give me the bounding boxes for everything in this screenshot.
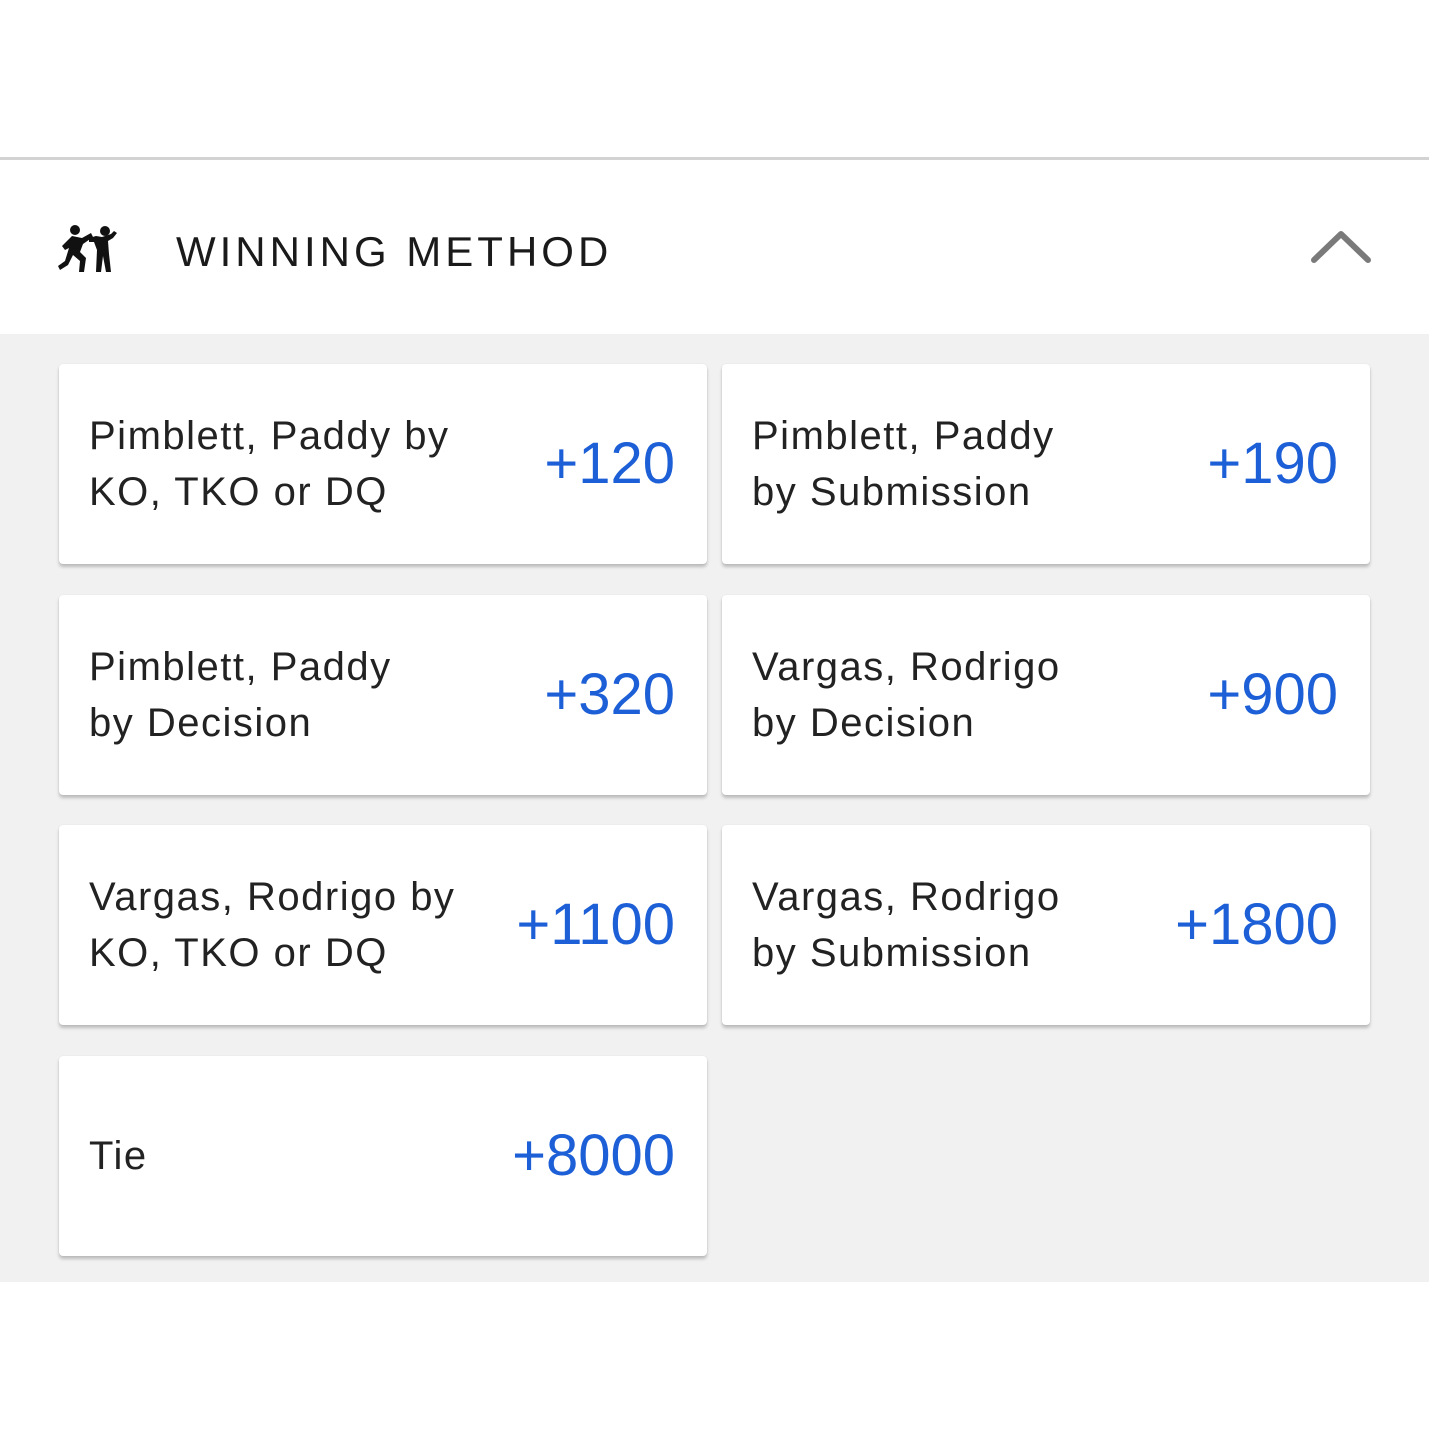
selection-odds: +190 bbox=[1207, 431, 1338, 496]
fighters-icon bbox=[56, 224, 120, 274]
selection-label: Pimblett, Paddy by Decision bbox=[89, 639, 489, 751]
selection-label-line1: Pimblett, Paddy by bbox=[89, 414, 450, 458]
selection-label-line1: Pimblett, Paddy bbox=[752, 414, 1055, 458]
selection-odds: +900 bbox=[1207, 662, 1338, 727]
chevron-up-icon[interactable] bbox=[1306, 226, 1376, 270]
selection-odds: +120 bbox=[544, 431, 675, 496]
selection-card[interactable]: Tie +8000 bbox=[59, 1056, 707, 1256]
selection-label: Pimblett, Paddy by KO, TKO or DQ bbox=[89, 408, 489, 520]
selection-label-line2: KO, TKO or DQ bbox=[89, 470, 388, 514]
selection-label-line1: Vargas, Rodrigo by bbox=[89, 875, 456, 919]
selection-label-line1: Pimblett, Paddy bbox=[89, 645, 392, 689]
selection-card[interactable]: Pimblett, Paddy by KO, TKO or DQ +120 bbox=[59, 364, 707, 564]
selections-grid: Pimblett, Paddy by KO, TKO or DQ +120 Pi… bbox=[0, 334, 1429, 1282]
market-header[interactable]: WINNING METHOD bbox=[0, 160, 1429, 334]
selection-label-line2: KO, TKO or DQ bbox=[89, 931, 388, 975]
selection-card[interactable]: Pimblett, Paddy by Submission +190 bbox=[722, 364, 1370, 564]
selection-label-line1: Vargas, Rodrigo bbox=[752, 875, 1061, 919]
selection-card[interactable]: Pimblett, Paddy by Decision +320 bbox=[59, 595, 707, 795]
selection-label: Pimblett, Paddy by Submission bbox=[752, 408, 1152, 520]
selection-card[interactable]: Vargas, Rodrigo by Decision +900 bbox=[722, 595, 1370, 795]
selection-card[interactable]: Vargas, Rodrigo by Submission +1800 bbox=[722, 825, 1370, 1025]
selection-label-line1: Tie bbox=[89, 1134, 148, 1178]
market-title: WINNING METHOD bbox=[176, 228, 613, 275]
selection-label-line2: by Submission bbox=[752, 931, 1032, 975]
selection-odds: +1100 bbox=[516, 892, 675, 957]
selection-card[interactable]: Vargas, Rodrigo by KO, TKO or DQ +1100 bbox=[59, 825, 707, 1025]
selection-label-line1: Vargas, Rodrigo bbox=[752, 645, 1061, 689]
selection-label: Vargas, Rodrigo by KO, TKO or DQ bbox=[89, 869, 489, 981]
selection-odds: +8000 bbox=[512, 1123, 675, 1188]
selection-label-line2: by Submission bbox=[752, 470, 1032, 514]
selection-label-line2: by Decision bbox=[752, 701, 976, 745]
selection-odds: +320 bbox=[544, 662, 675, 727]
selection-label-line2: by Decision bbox=[89, 701, 313, 745]
selection-odds: +1800 bbox=[1175, 892, 1338, 957]
selection-label: Vargas, Rodrigo by Submission bbox=[752, 869, 1152, 981]
selection-label: Tie bbox=[89, 1128, 489, 1184]
page: WINNING METHOD Pimblett, Paddy by KO, TK… bbox=[0, 0, 1440, 1440]
selection-label: Vargas, Rodrigo by Decision bbox=[752, 639, 1152, 751]
